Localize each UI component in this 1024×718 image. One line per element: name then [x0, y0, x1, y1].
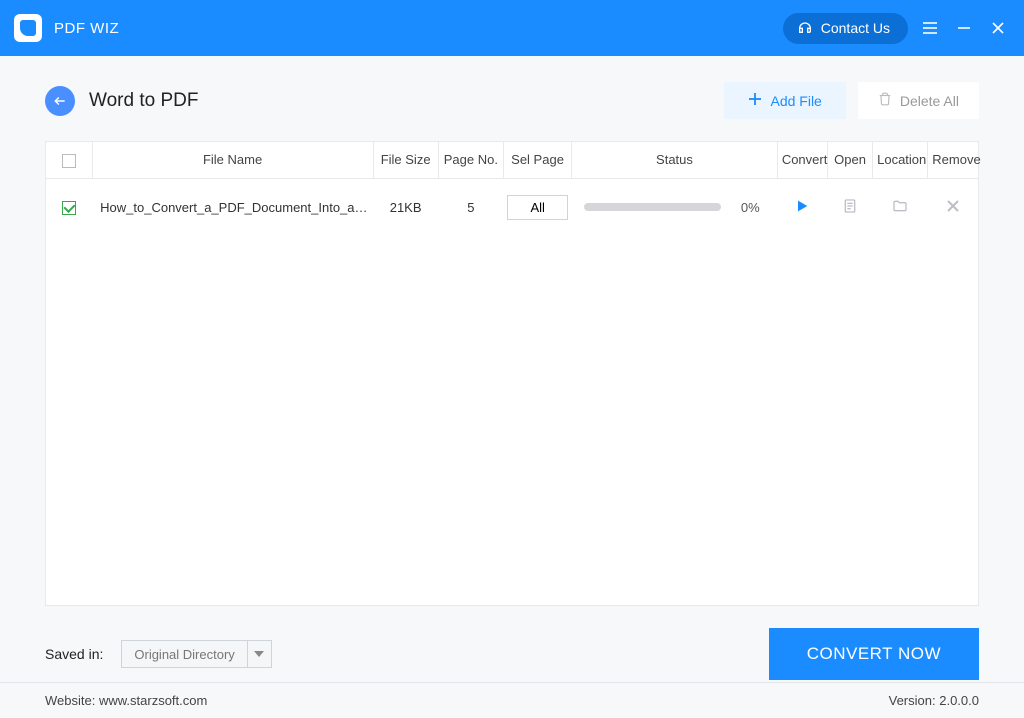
- back-button[interactable]: [45, 86, 75, 116]
- row-checkbox[interactable]: [62, 201, 76, 215]
- cell-filesize: 21KB: [373, 178, 438, 236]
- col-filesize: File Size: [373, 142, 438, 178]
- saved-in-label: Saved in:: [45, 646, 103, 662]
- sel-page-button[interactable]: All: [507, 195, 567, 220]
- close-window-button[interactable]: [986, 16, 1010, 40]
- website-value: www.starzsoft.com: [99, 693, 207, 708]
- version-info: Version: 2.0.0.0: [889, 693, 979, 708]
- website-info: Website: www.starzsoft.com: [45, 693, 207, 708]
- cell-pageno: 5: [438, 178, 503, 236]
- table-row: How_to_Convert_a_PDF_Document_Into_a_Pow…: [46, 178, 978, 236]
- table-header-row: File Name File Size Page No. Sel Page St…: [46, 142, 978, 178]
- page-title: Word to PDF: [89, 90, 198, 112]
- contact-us-button[interactable]: Contact Us: [783, 13, 908, 44]
- cell-filename: How_to_Convert_a_PDF_Document_Into_a_Pow…: [92, 178, 373, 236]
- convert-now-button[interactable]: CONVERT NOW: [769, 628, 979, 680]
- titlebar: PDF WIZ Contact Us: [0, 0, 1024, 56]
- col-convert: Convert: [777, 142, 827, 178]
- minimize-button[interactable]: [952, 16, 976, 40]
- website-label: Website:: [45, 693, 95, 708]
- menu-button[interactable]: [918, 16, 942, 40]
- directory-select-value: Original Directory: [122, 647, 246, 662]
- contact-us-label: Contact Us: [821, 20, 890, 36]
- headset-icon: [797, 19, 813, 38]
- location-row-button[interactable]: [891, 198, 909, 214]
- trash-icon: [878, 92, 892, 109]
- saved-in-group: Saved in: Original Directory: [45, 640, 272, 668]
- delete-all-button[interactable]: Delete All: [858, 82, 979, 119]
- open-row-button[interactable]: [842, 198, 858, 214]
- col-location: Location: [873, 142, 928, 178]
- col-status: Status: [572, 142, 778, 178]
- progress-bar: [584, 203, 722, 211]
- content: Word to PDF Add File Delete All Fi: [0, 56, 1024, 606]
- titlebar-left: PDF WIZ: [14, 14, 119, 42]
- progress-percent: 0%: [735, 200, 765, 215]
- plus-icon: [748, 92, 762, 109]
- select-all-checkbox[interactable]: [62, 154, 76, 168]
- delete-all-label: Delete All: [900, 93, 959, 109]
- titlebar-right: Contact Us: [783, 13, 1010, 44]
- version-value: 2.0.0.0: [939, 693, 979, 708]
- app-logo: [14, 14, 42, 42]
- add-file-button[interactable]: Add File: [724, 82, 845, 119]
- remove-row-button[interactable]: [946, 199, 960, 213]
- version-label: Version:: [889, 693, 936, 708]
- col-remove: Remove: [928, 142, 978, 178]
- app-name: PDF WIZ: [54, 20, 119, 37]
- convert-row-button[interactable]: [794, 198, 810, 214]
- col-pageno: Page No.: [438, 142, 503, 178]
- directory-select[interactable]: Original Directory: [121, 640, 271, 668]
- col-filename: File Name: [92, 142, 373, 178]
- col-open: Open: [827, 142, 872, 178]
- statusbar: Website: www.starzsoft.com Version: 2.0.…: [0, 682, 1024, 718]
- status-cell: 0%: [576, 200, 774, 215]
- add-file-label: Add File: [770, 93, 821, 109]
- chevron-down-icon: [247, 641, 271, 667]
- col-selpage: Sel Page: [503, 142, 571, 178]
- page-header-left: Word to PDF: [45, 86, 198, 116]
- page-header: Word to PDF Add File Delete All: [45, 82, 979, 119]
- page-header-right: Add File Delete All: [724, 82, 979, 119]
- file-table: File Name File Size Page No. Sel Page St…: [45, 141, 979, 606]
